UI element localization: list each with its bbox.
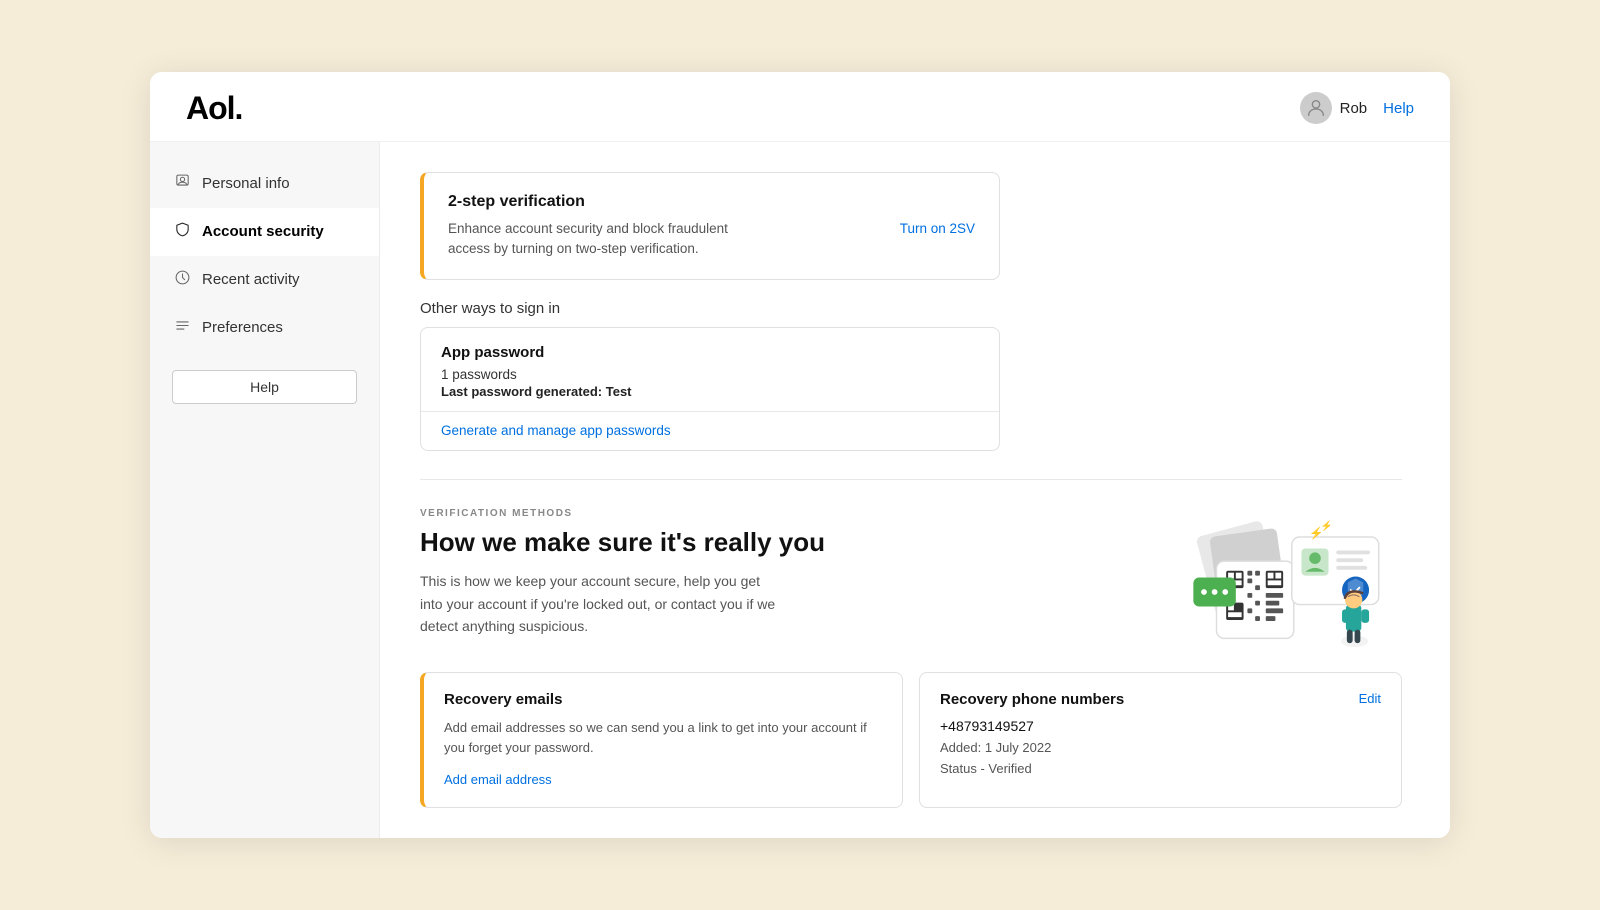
app-password-title: App password [441, 344, 979, 361]
generate-manage-link[interactable]: Generate and manage app passwords [441, 423, 671, 438]
two-step-card: 2-step verification Enhance account secu… [420, 172, 1000, 281]
last-generated-value: Test [606, 384, 632, 399]
recovery-grid: Recovery emails Add email addresses so w… [420, 672, 1402, 808]
sidebar: Personal info Account security Recent [150, 142, 380, 839]
sidebar-label-preferences: Preferences [202, 319, 283, 336]
user-info: Rob [1300, 92, 1368, 124]
phone-number: +48793149527 [940, 718, 1124, 734]
sidebar-help-container: Help [150, 370, 379, 404]
shield-icon [172, 221, 192, 243]
recovery-emails-title: Recovery emails [444, 691, 882, 708]
sidebar-item-account-security[interactable]: Account security [150, 208, 379, 256]
verify-text: VERIFICATION METHODS How we make sure it… [420, 508, 1132, 637]
verify-tag: VERIFICATION METHODS [420, 508, 1132, 519]
sidebar-label-recent-activity: Recent activity [202, 271, 300, 288]
list-icon [172, 317, 192, 339]
header-help-link[interactable]: Help [1383, 100, 1414, 117]
person-icon [172, 173, 192, 195]
recovery-phone-title: Recovery phone numbers [940, 691, 1124, 708]
app-header: Aol. Rob Help [150, 72, 1450, 142]
avatar [1300, 92, 1332, 124]
main-content: 2-step verification Enhance account secu… [380, 142, 1450, 839]
sidebar-item-preferences[interactable]: Preferences [150, 304, 379, 352]
sidebar-help-button[interactable]: Help [172, 370, 357, 404]
username-label: Rob [1340, 100, 1368, 117]
verify-description: This is how we keep your account secure,… [420, 570, 780, 637]
svg-text:⚡: ⚡ [1321, 520, 1333, 532]
add-email-link[interactable]: Add email address [444, 772, 552, 787]
recovery-phone-card: Recovery phone numbers +48793149527 Adde… [919, 672, 1402, 808]
recovery-emails-card: Recovery emails Add email addresses so w… [420, 672, 903, 808]
app-password-count: 1 passwords [441, 367, 979, 382]
sidebar-label-personal-info: Personal info [202, 175, 290, 192]
turn-on-2sv-link[interactable]: Turn on 2SV [900, 221, 975, 236]
verify-illustration: ⚡ ⚡ [1172, 508, 1402, 648]
verify-heading: How we make sure it's really you [420, 527, 1132, 558]
other-ways-label: Other ways to sign in [420, 300, 1402, 317]
header-right: Rob Help [1300, 92, 1414, 124]
two-step-title: 2-step verification [448, 193, 975, 211]
last-generated-label: Last password generated: [441, 384, 602, 399]
section-divider [420, 479, 1402, 480]
clock-icon [172, 269, 192, 291]
edit-phone-link[interactable]: Edit [1359, 691, 1381, 706]
app-password-last: Last password generated: Test [441, 384, 979, 399]
phone-added: Added: 1 July 2022 Status - Verified [940, 738, 1124, 780]
app-body: Personal info Account security Recent [150, 142, 1450, 839]
two-step-description: Enhance account security and block fraud… [448, 219, 768, 260]
aol-logo: Aol. [186, 90, 242, 127]
sidebar-label-account-security: Account security [202, 223, 324, 240]
verification-section: VERIFICATION METHODS How we make sure it… [420, 508, 1402, 648]
sidebar-item-recent-activity[interactable]: Recent activity [150, 256, 379, 304]
sidebar-item-personal-info[interactable]: Personal info [150, 160, 379, 208]
recovery-emails-description: Add email addresses so we can send you a… [444, 718, 882, 757]
app-password-card: App password 1 passwords Last password g… [420, 327, 1000, 451]
